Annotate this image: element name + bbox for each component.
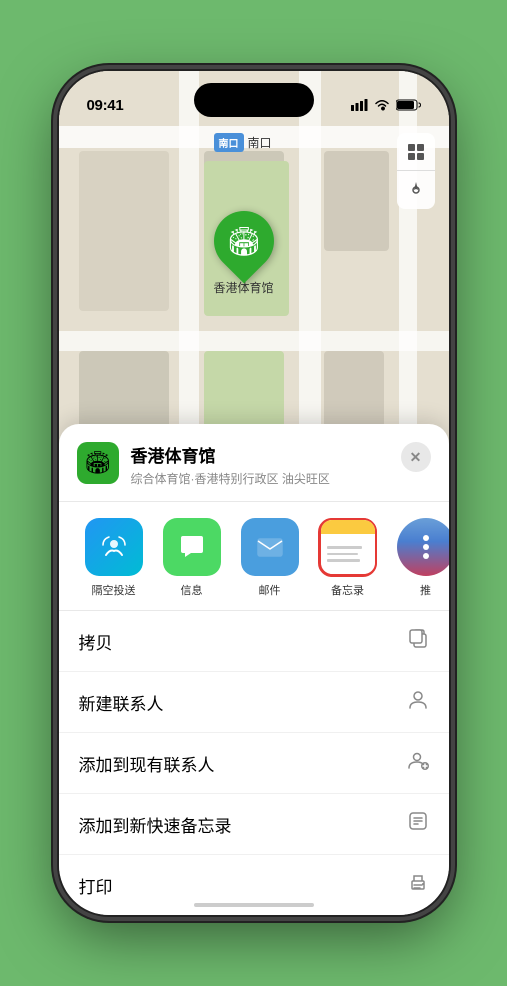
share-item-airdrop[interactable]: 隔空投送 xyxy=(75,518,153,598)
airdrop-label: 隔空投送 xyxy=(92,582,136,598)
action-add-existing[interactable]: 添加到现有联系人 xyxy=(59,733,449,794)
messages-label: 信息 xyxy=(181,582,203,598)
wifi-icon xyxy=(374,99,390,111)
more-label: 推 xyxy=(420,582,431,598)
action-add-notes[interactable]: 添加到新快速备忘录 xyxy=(59,794,449,855)
exit-tag: 南口 xyxy=(214,133,244,152)
dynamic-island xyxy=(194,83,314,117)
add-existing-label: 添加到现有联系人 xyxy=(79,751,215,776)
venue-info: 香港体育馆 综合体育馆·香港特别行政区 油尖旺区 xyxy=(131,442,389,487)
signal-icon xyxy=(351,99,368,111)
exit-label: 南口 xyxy=(248,134,272,151)
venue-name: 香港体育馆 xyxy=(131,442,389,467)
pin-circle: 🏟 xyxy=(201,199,286,284)
battery-icon xyxy=(396,99,421,111)
note-icon xyxy=(407,810,429,838)
location-pin: 🏟 香港体育馆 xyxy=(214,211,274,296)
phone-frame: 09:41 xyxy=(59,71,449,915)
airdrop-icon xyxy=(85,518,143,576)
mail-label: 邮件 xyxy=(259,582,281,598)
action-list: 拷贝 新建联系人 xyxy=(59,611,449,915)
print-icon xyxy=(407,871,429,899)
share-item-more[interactable]: 推 xyxy=(387,518,449,598)
notes-label: 备忘录 xyxy=(331,582,364,598)
new-contact-label: 新建联系人 xyxy=(79,690,164,715)
person-add-icon xyxy=(407,749,429,777)
share-row: 隔空投送 信息 邮件 xyxy=(59,502,449,611)
close-button[interactable]: ✕ xyxy=(401,442,431,472)
mail-icon xyxy=(241,518,299,576)
venue-subtitle: 综合体育馆·香港特别行政区 油尖旺区 xyxy=(131,470,389,487)
action-new-contact[interactable]: 新建联系人 xyxy=(59,672,449,733)
share-item-mail[interactable]: 邮件 xyxy=(231,518,309,598)
stadium-icon: 🏟 xyxy=(226,225,262,258)
home-indicator xyxy=(194,903,314,907)
bottom-sheet: 🏟 香港体育馆 综合体育馆·香港特别行政区 油尖旺区 ✕ xyxy=(59,424,449,915)
venue-icon-wrap: 🏟 xyxy=(77,442,119,484)
map-controls xyxy=(397,133,435,209)
copy-icon xyxy=(407,627,429,655)
location-button[interactable] xyxy=(397,171,435,209)
venue-header: 🏟 香港体育馆 综合体育馆·香港特别行政区 油尖旺区 ✕ xyxy=(59,442,449,502)
messages-icon xyxy=(163,518,221,576)
status-time: 09:41 xyxy=(87,97,124,114)
share-item-notes[interactable]: 备忘录 xyxy=(309,518,387,598)
action-copy[interactable]: 拷贝 xyxy=(59,611,449,672)
more-icon xyxy=(397,518,449,576)
notes-icon xyxy=(319,518,377,576)
print-label: 打印 xyxy=(79,873,113,898)
share-item-messages[interactable]: 信息 xyxy=(153,518,231,598)
person-icon xyxy=(407,688,429,716)
map-type-button[interactable] xyxy=(397,133,435,171)
status-icons xyxy=(351,99,421,111)
add-notes-label: 添加到新快速备忘录 xyxy=(79,812,232,837)
map-label: 南口 南口 xyxy=(214,133,272,152)
venue-icon: 🏟 xyxy=(84,450,112,476)
copy-label: 拷贝 xyxy=(79,629,113,654)
